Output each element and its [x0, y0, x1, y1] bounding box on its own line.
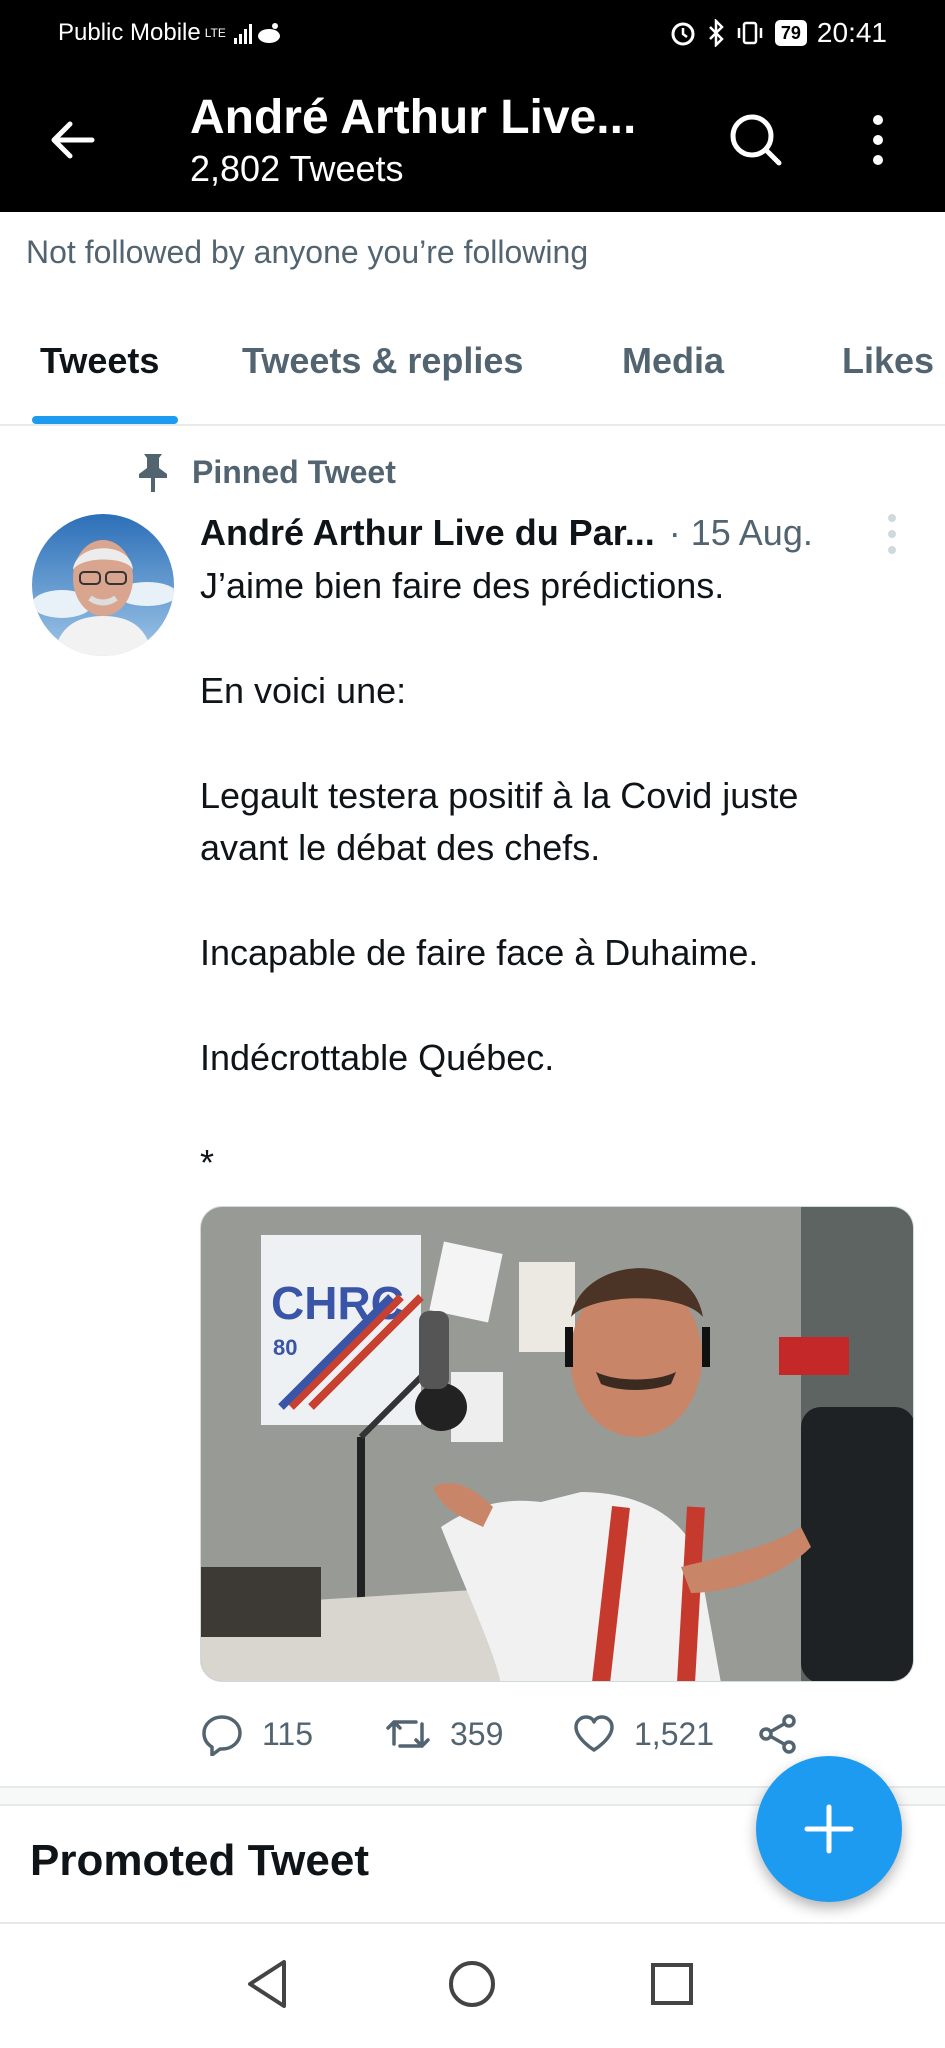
tab-tweets[interactable]: Tweets — [40, 340, 159, 382]
profile-title: André Arthur Live... — [190, 91, 637, 144]
tweet-text-line: Indécrottable Québec. — [200, 1037, 555, 1078]
status-right: 79 20:41 — [669, 17, 887, 49]
active-tab-indicator — [32, 416, 178, 424]
followers-you-know-note: Not followed by anyone you’re following — [26, 234, 589, 270]
tweet-more-button[interactable] — [880, 512, 904, 556]
profile-tabs: Tweets Tweets & replies Media Likes — [0, 330, 945, 426]
nav-back-button[interactable] — [238, 1954, 298, 2014]
more-vertical-icon — [873, 115, 883, 165]
retweet-button[interactable]: 359 — [384, 1712, 503, 1756]
pinned-tweet-label-row: Pinned Tweet — [134, 450, 396, 494]
carrier-name: Public Mobile — [58, 19, 201, 46]
avatar-image — [32, 514, 174, 656]
arrow-left-icon — [51, 121, 95, 159]
tweet-header: André Arthur Live du Par... · 15 Aug. — [200, 512, 900, 554]
search-icon — [730, 114, 782, 166]
tab-media[interactable]: Media — [622, 340, 724, 382]
like-count: 1,521 — [634, 1715, 715, 1752]
heart-icon — [574, 1715, 614, 1752]
nav-home-button[interactable] — [442, 1954, 502, 2014]
retweet-icon — [386, 1720, 430, 1748]
retweet-count: 359 — [450, 1715, 504, 1752]
pin-icon — [139, 454, 167, 492]
avatar[interactable] — [32, 514, 174, 656]
vibrate-icon — [737, 21, 763, 45]
profile-title-block: André Arthur Live... 2,802 Tweets — [190, 88, 690, 190]
tweet-date[interactable]: · 15 Aug. — [669, 512, 813, 554]
tweet-author-name[interactable]: André Arthur Live du Par... — [200, 512, 655, 554]
back-button[interactable] — [42, 110, 102, 170]
nav-recents-button[interactable] — [642, 1954, 702, 2014]
tweet-text-line: * — [200, 1142, 215, 1183]
reply-button[interactable]: 115 — [200, 1712, 313, 1756]
comment-icon — [202, 1715, 242, 1756]
radio-studio-photo: CHRC 80 — [201, 1207, 913, 1681]
more-options-button[interactable] — [858, 110, 898, 170]
signal-icon — [233, 22, 252, 44]
battery-icon: 79 — [774, 20, 807, 46]
top-app-bar: André Arthur Live... 2,802 Tweets — [0, 66, 945, 212]
tab-likes[interactable]: Likes — [842, 340, 934, 382]
tweet-media-photo[interactable]: CHRC 80 — [200, 1206, 914, 1682]
triangle-back-icon — [248, 1960, 286, 2008]
clock: 20:41 — [816, 17, 887, 48]
alarm-icon — [671, 22, 695, 46]
status-left: Public Mobile LTE — [58, 19, 282, 47]
tweet-text-line: Legault testera positif à la Covid juste… — [200, 775, 799, 868]
pinned-tweet-label: Pinned Tweet — [192, 453, 396, 490]
search-button[interactable] — [726, 110, 786, 170]
status-bar: Public Mobile LTE 79 20:41 — [0, 0, 945, 66]
reply-count: 115 — [262, 1715, 314, 1752]
bluetooth-icon — [709, 19, 724, 47]
app-notification-icon — [257, 23, 280, 43]
tweet-text-line: Incapable de faire face à Duhaime. — [200, 932, 759, 973]
more-vertical-icon — [888, 514, 896, 554]
tweet-actions-bar: 115 359 1,521 — [200, 1706, 840, 1762]
media-sign-number: 80 — [273, 1335, 297, 1360]
plus-icon — [804, 1804, 854, 1854]
tweet-count: 2,802 Tweets — [190, 148, 404, 189]
share-button[interactable] — [756, 1712, 800, 1756]
lte-badge: LTE — [204, 25, 226, 40]
promoted-tweet-heading: Promoted Tweet — [30, 1836, 370, 1885]
tweet-text-line: J’aime bien faire des prédictions. — [200, 565, 725, 606]
tweet-text: J’aime bien faire des prédictions. En vo… — [200, 560, 900, 1189]
compose-tweet-button[interactable] — [756, 1756, 902, 1902]
tab-tweets-and-replies[interactable]: Tweets & replies — [242, 340, 523, 382]
square-recents-icon — [651, 1963, 693, 2005]
circle-home-icon — [449, 1961, 495, 2007]
like-button[interactable]: 1,521 — [572, 1712, 714, 1756]
tweet-text-line: En voici une: — [200, 670, 407, 711]
share-icon — [759, 1714, 796, 1754]
system-navigation-bar — [0, 1924, 945, 2048]
